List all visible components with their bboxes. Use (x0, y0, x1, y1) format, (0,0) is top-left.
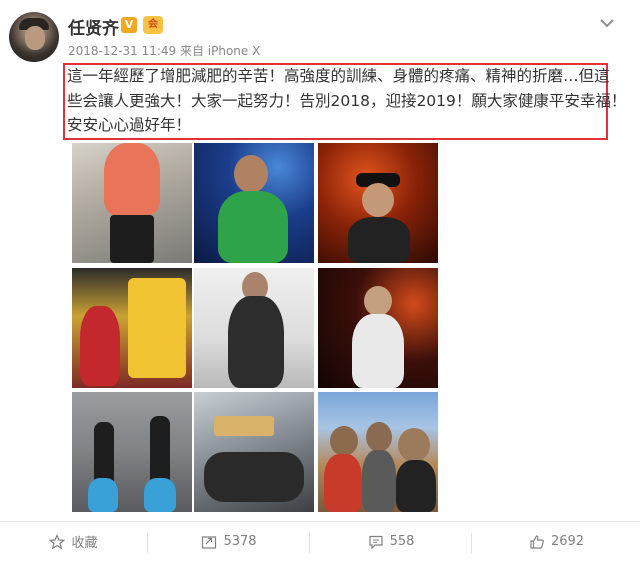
like-button[interactable]: 2692 (473, 522, 640, 561)
comment-count: 558 (389, 534, 415, 549)
comment-button[interactable]: 558 (311, 522, 471, 561)
photo-figure (204, 452, 304, 502)
post-photo-8[interactable] (194, 392, 314, 512)
post-photo-7[interactable] (72, 392, 192, 512)
photo-figure (330, 426, 358, 456)
post-photo-4[interactable] (72, 268, 192, 388)
photo-figure (348, 217, 410, 263)
photo-figure (88, 478, 118, 512)
photo-figure (228, 296, 284, 388)
member-badge-icon: 会 (143, 16, 163, 34)
photo-figure (234, 155, 268, 193)
photo-figure (362, 183, 394, 217)
photo-figure (144, 478, 176, 512)
action-separator (471, 533, 472, 553)
action-separator (147, 533, 148, 553)
photo-figure (398, 428, 430, 462)
comment-icon (368, 535, 383, 549)
photo-figure (364, 286, 392, 316)
post-photo-2[interactable] (194, 143, 314, 263)
photo-figure (396, 460, 436, 512)
action-separator (309, 533, 310, 553)
photo-figure (218, 191, 288, 263)
post-photo-9[interactable] (318, 392, 438, 512)
avatar-face (25, 26, 45, 50)
post-meta: 2018-12-31 11:49 来自 iPhone X (68, 44, 261, 58)
photo-figure (352, 314, 404, 388)
photo-figure (324, 454, 362, 512)
thumbs-up-icon (530, 534, 544, 549)
favorite-label: 收藏 (71, 536, 98, 551)
avatar[interactable] (9, 12, 59, 62)
repost-button[interactable]: 5378 (149, 522, 309, 561)
repost-count: 5378 (223, 534, 257, 549)
favorite-button[interactable]: 收藏 (0, 522, 147, 561)
star-icon (49, 533, 66, 549)
photo-figure (110, 215, 154, 263)
post-photo-3[interactable] (318, 143, 438, 263)
chevron-down-icon[interactable] (596, 12, 618, 34)
photo-figure (362, 450, 396, 512)
post-text: 這一年經歷了增肥減肥的辛苦！高強度的訓練、身體的疼痛、精神的折磨…但這 些会讓人… (67, 64, 627, 138)
photo-figure (80, 306, 120, 386)
repost-icon (202, 535, 217, 549)
verified-badge-icon: V (121, 17, 137, 33)
photo-figure (128, 278, 186, 378)
post-photo-1[interactable] (72, 143, 192, 263)
weibo-post-card: 任贤齐 V 会 2018-12-31 11:49 来自 iPhone X 這一年… (0, 0, 640, 561)
photo-figure (366, 422, 392, 452)
post-text-line: 安安心心過好年！ (67, 116, 192, 134)
post-photo-6[interactable] (318, 268, 438, 388)
post-text-line: 些会讓人更強大！大家一起努力！告別2018，迎接2019！願大家健康平安幸福！ (67, 91, 627, 110)
post-photo-5[interactable] (194, 268, 314, 388)
like-count: 2692 (550, 534, 585, 549)
photo-figure (214, 416, 274, 436)
photo-figure (104, 143, 160, 215)
author-name[interactable]: 任贤齐 (68, 14, 119, 39)
post-text-line: 這一年經歷了增肥減肥的辛苦！高強度的訓練、身體的疼痛、精神的折磨…但這 (67, 67, 610, 85)
